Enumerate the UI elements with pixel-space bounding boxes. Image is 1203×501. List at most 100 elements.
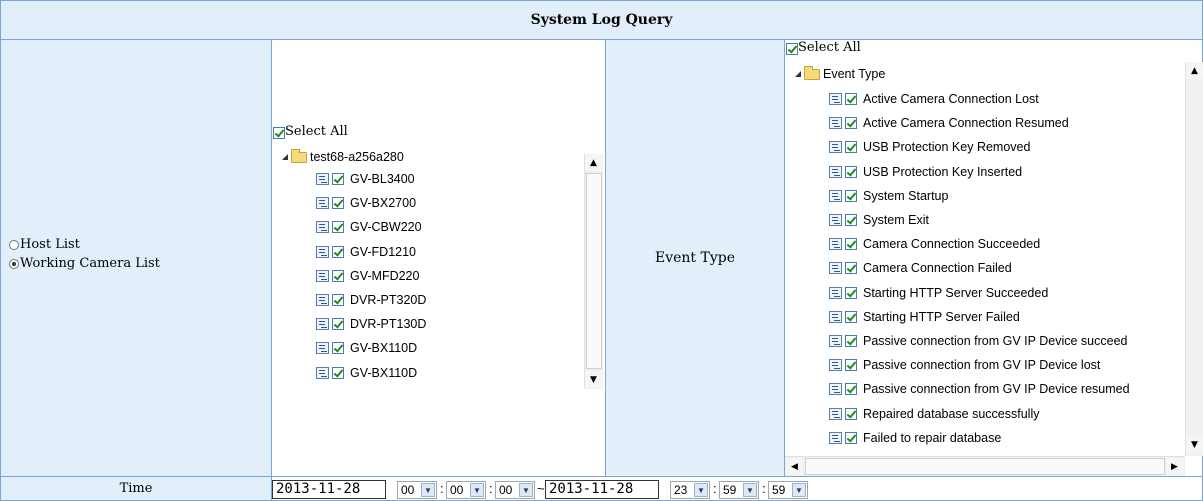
expand-triangle-icon[interactable] — [795, 71, 801, 77]
event-tree-item[interactable]: Active Camera Connection Lost — [829, 89, 1039, 109]
event-item-checkbox[interactable] — [845, 431, 857, 444]
end-date-field[interactable]: 2013-11-28 — [545, 480, 659, 499]
list-item-icon — [829, 262, 842, 275]
event-list-scrollbar[interactable]: ▲ ▼ — [1185, 62, 1203, 456]
camera-tree-item[interactable]: GV-BL3400 — [316, 169, 415, 189]
camera-item-checkbox[interactable] — [332, 173, 344, 185]
end-second-select[interactable]: 59 ▼ — [768, 481, 808, 499]
event-item-checkbox[interactable] — [845, 359, 857, 372]
end-minute-select[interactable]: 59 ▼ — [719, 481, 759, 499]
event-item-label: Starting HTTP Server Succeeded — [863, 285, 1049, 300]
event-item-checkbox[interactable] — [845, 407, 857, 420]
list-item-icon — [316, 269, 329, 282]
event-tree-item[interactable]: Passive connection from GV IP Device los… — [829, 355, 1100, 375]
camera-tree-item[interactable]: GV-CBW220 — [316, 217, 422, 237]
chevron-down-icon[interactable]: ▼ — [519, 483, 533, 497]
start-second-select[interactable]: 00 ▼ — [495, 481, 535, 499]
host-list-radio[interactable] — [9, 239, 19, 250]
scrollbar-thumb[interactable] — [586, 173, 602, 369]
event-tree-item[interactable]: System Startup — [829, 186, 948, 206]
host-list-label: Host List — [20, 237, 80, 252]
scroll-up-arrow-icon[interactable]: ▲ — [585, 154, 602, 171]
scroll-left-arrow-icon[interactable]: ◀ — [786, 458, 803, 475]
time-colon: : — [713, 481, 717, 496]
event-item-checkbox[interactable] — [845, 141, 857, 154]
event-item-checkbox[interactable] — [845, 238, 857, 251]
camera-item-checkbox[interactable] — [332, 342, 344, 355]
end-hour-select[interactable]: 23 ▼ — [670, 481, 710, 499]
event-tree-item[interactable]: USB Protection Key Removed — [829, 137, 1030, 157]
scroll-down-arrow-icon[interactable]: ▼ — [1186, 436, 1203, 453]
event-tree-item[interactable]: Passive connection from GV IP Device res… — [829, 379, 1130, 399]
camera-tree-item[interactable]: DVR-PT130D — [316, 314, 426, 334]
event-select-all-checkbox[interactable] — [786, 43, 798, 55]
camera-item-checkbox[interactable] — [332, 221, 344, 234]
scroll-down-arrow-icon[interactable]: ▼ — [585, 371, 602, 388]
event-item-checkbox[interactable] — [845, 310, 857, 323]
camera-item-checkbox[interactable] — [332, 294, 344, 306]
event-item-checkbox[interactable] — [845, 117, 857, 130]
event-tree-item[interactable]: USB Protection Key Inserted — [829, 162, 1022, 182]
chevron-down-icon[interactable]: ▼ — [470, 483, 484, 497]
event-select-all[interactable]: Select All — [786, 40, 861, 55]
time-colon: : — [489, 481, 493, 496]
camera-item-checkbox[interactable] — [332, 366, 344, 379]
event-tree-root[interactable]: Event Type — [795, 65, 885, 83]
event-item-checkbox[interactable] — [845, 165, 857, 178]
host-list-option[interactable]: Host List — [9, 235, 160, 254]
list-item-icon — [829, 93, 842, 105]
scroll-up-arrow-icon[interactable]: ▲ — [1186, 62, 1203, 79]
event-item-checkbox[interactable] — [845, 93, 857, 105]
camera-tree-item[interactable]: GV-FD1210 — [316, 242, 416, 262]
event-item-checkbox[interactable] — [845, 262, 857, 275]
camera-tree-item[interactable]: GV-MFD220 — [316, 266, 419, 286]
start-date-field[interactable]: 2013-11-28 — [272, 480, 386, 499]
hscrollbar-thumb[interactable] — [805, 458, 1165, 475]
camera-item-checkbox[interactable] — [332, 269, 344, 282]
source-radio-group: Host List Working Camera List — [9, 235, 160, 273]
camera-item-checkbox[interactable] — [332, 245, 344, 258]
event-tree-item[interactable]: Repaired database successfully — [829, 404, 1040, 424]
event-item-checkbox[interactable] — [845, 335, 857, 347]
event-item-label: Active Camera Connection Resumed — [863, 116, 1069, 131]
event-list-hscrollbar[interactable]: ◀ ▶ — [785, 456, 1185, 476]
camera-item-checkbox[interactable] — [332, 318, 344, 331]
event-tree-item[interactable]: Camera Connection Failed — [829, 258, 1012, 278]
camera-list-scrollbar[interactable]: ▲ ▼ — [584, 154, 603, 389]
event-item-checkbox[interactable] — [845, 189, 857, 202]
scrollbar-track[interactable] — [1187, 80, 1203, 436]
working-camera-list-option[interactable]: Working Camera List — [9, 254, 160, 273]
list-item-icon — [829, 165, 842, 178]
chevron-down-icon[interactable]: ▼ — [792, 483, 806, 497]
camera-select-all-checkbox[interactable] — [273, 127, 285, 139]
event-tree-item[interactable]: Starting HTTP Server Succeeded — [829, 283, 1048, 303]
event-tree-item[interactable]: Failed to repair database — [829, 428, 1001, 448]
list-item-icon — [316, 197, 329, 210]
camera-select-all[interactable]: Select All — [273, 124, 348, 139]
camera-item-checkbox[interactable] — [332, 197, 344, 210]
event-item-checkbox[interactable] — [845, 214, 857, 226]
chevron-down-icon[interactable]: ▼ — [421, 483, 435, 497]
expand-triangle-icon[interactable] — [282, 154, 288, 160]
start-hour-select[interactable]: 00 ▼ — [397, 481, 437, 499]
event-item-checkbox[interactable] — [845, 286, 857, 299]
working-camera-list-radio[interactable] — [9, 258, 19, 269]
page-title: System Log Query — [0, 0, 1203, 40]
event-tree-item[interactable]: Starting HTTP Server Failed — [829, 307, 1020, 327]
event-item-label: Passive connection from GV IP Device los… — [863, 358, 1101, 373]
chevron-down-icon[interactable]: ▼ — [694, 483, 708, 497]
camera-tree-item[interactable]: DVR-PT320D — [316, 290, 426, 310]
camera-item-label: GV-BL3400 — [350, 172, 415, 186]
event-item-checkbox[interactable] — [845, 383, 857, 396]
event-tree-item[interactable]: Active Camera Connection Resumed — [829, 113, 1069, 133]
chevron-down-icon[interactable]: ▼ — [743, 483, 757, 497]
scroll-right-arrow-icon[interactable]: ▶ — [1166, 458, 1183, 475]
camera-tree-item[interactable]: GV-BX2700 — [316, 193, 416, 213]
event-tree-item[interactable]: System Exit — [829, 210, 929, 230]
event-tree-item[interactable]: Camera Connection Succeeded — [829, 234, 1040, 254]
start-minute-select[interactable]: 00 ▼ — [446, 481, 486, 499]
event-tree-item[interactable]: Passive connection from GV IP Device suc… — [829, 331, 1127, 351]
camera-tree-item[interactable]: GV-BX110D — [316, 363, 417, 383]
camera-tree-root[interactable]: test68-a256a280 — [282, 148, 404, 166]
camera-tree-item[interactable]: GV-BX110D — [316, 338, 417, 358]
